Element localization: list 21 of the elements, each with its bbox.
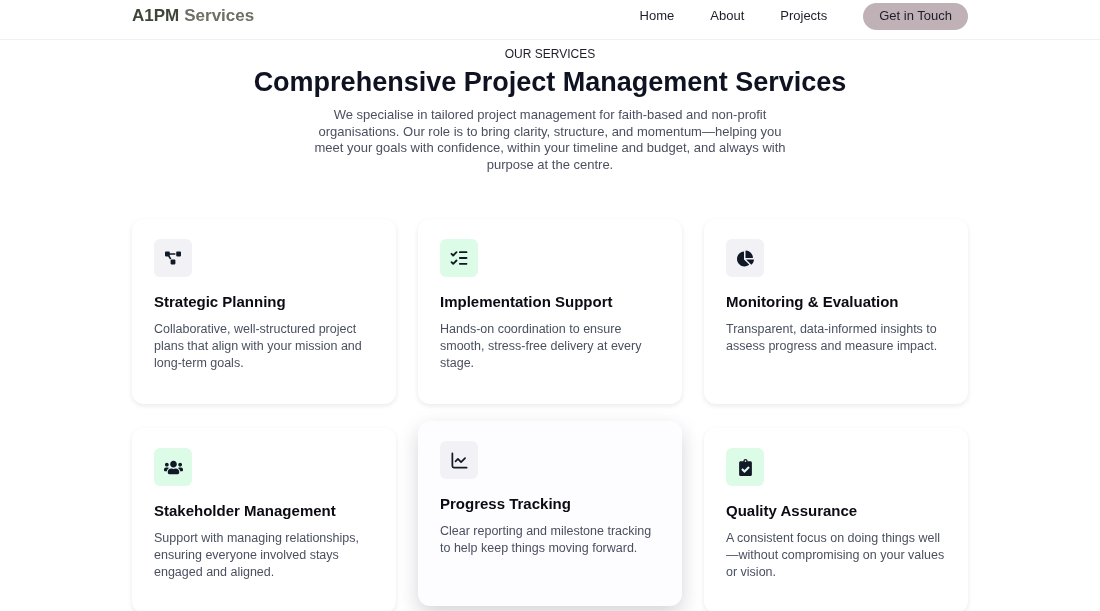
card-description: Collaborative, well-structured project plans that align with your mission and long-term goals.	[154, 321, 363, 372]
section-title: Comprehensive Project Management Services	[253, 66, 847, 98]
card-title: Implementation Support	[440, 292, 614, 312]
card-title: Quality Assurance	[726, 501, 859, 521]
get-in-touch-button[interactable]: Get in Touch	[863, 2, 968, 30]
card-title: Strategic Planning	[154, 292, 287, 312]
card-description: Transparent, data-informed insights to assess progress and measure impact.	[726, 321, 939, 355]
nav-link[interactable]: Home	[639, 6, 675, 26]
card-description: Hands-on coordination to ensure smooth, stress-free delivery at every stage.	[440, 321, 643, 372]
card-title: Progress Tracking	[440, 494, 572, 514]
nav-link[interactable]: Projects	[780, 6, 828, 26]
card-description: A consistent focus on doing things well—without compromising on your values or vision.	[726, 530, 946, 581]
nav-link[interactable]: About	[710, 6, 745, 26]
card-description: Clear reporting and milestone tracking to help keep things moving forward.	[440, 523, 653, 557]
section-eyebrow: OUR SERVICES	[504, 46, 596, 62]
logo-text[interactable]: A1PM	[132, 3, 180, 29]
card-title: Stakeholder Management	[154, 501, 337, 521]
card-description: Support with managing relationships, ensuring everyone involved stays engaged and aligned.	[154, 530, 360, 581]
logo-text[interactable]: Services	[184, 3, 255, 29]
section-intro: We specialise in tailored project management for faith-based and non-profit organisations. Our role is to bring clarity, structure, and momentum—helping you meet your goals with confidence, within your timeline and budget, and always with purpose at the centre.	[313, 107, 787, 173]
card-title: Monitoring & Evaluation	[726, 292, 900, 312]
